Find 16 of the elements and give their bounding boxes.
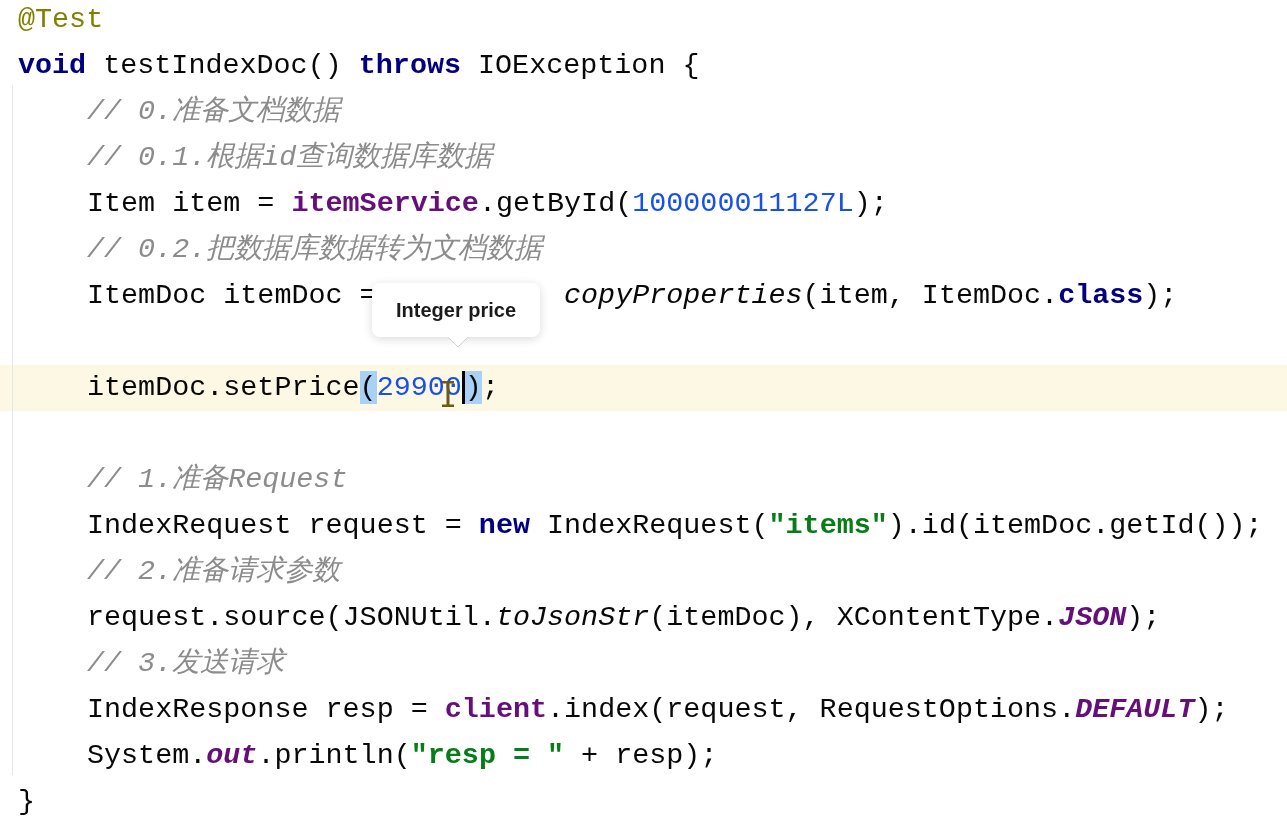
tooltip: Integer price: [372, 283, 541, 337]
code-comment: // 0.2.把数据库数据转为文档数据: [87, 232, 543, 268]
code-comment: // 0.1.根据id查询数据库数据: [87, 140, 493, 176]
code-line: Item item = itemService.getById(100000011127L);: [87, 186, 888, 222]
code-comment: // 2.准备请求参数: [87, 554, 341, 590]
code-comment: // 0.准备文档数据: [87, 94, 341, 130]
code-line: IndexResponse resp = client.index(request, RequestOptions.DEFAULT);: [87, 692, 1229, 728]
code-line: }: [18, 784, 36, 820]
code-line: copyProperties(item, ItemDoc.class);: [564, 278, 1178, 314]
code-line: System.out.println("resp = " + resp);: [87, 738, 718, 774]
code-line: request.source(JSONUtil.toJsonStr(itemDoc), XContentType.JSON);: [87, 600, 1161, 636]
code-comment: // 1.准备Request: [87, 462, 348, 498]
code-line: IndexRequest request = new IndexRequest("items").id(itemDoc.getId());: [87, 508, 1263, 544]
code-line: void testIndexDoc() throws IOException {: [18, 48, 700, 84]
code-line: @Test: [18, 2, 104, 38]
tooltip-pointer: [448, 337, 468, 347]
